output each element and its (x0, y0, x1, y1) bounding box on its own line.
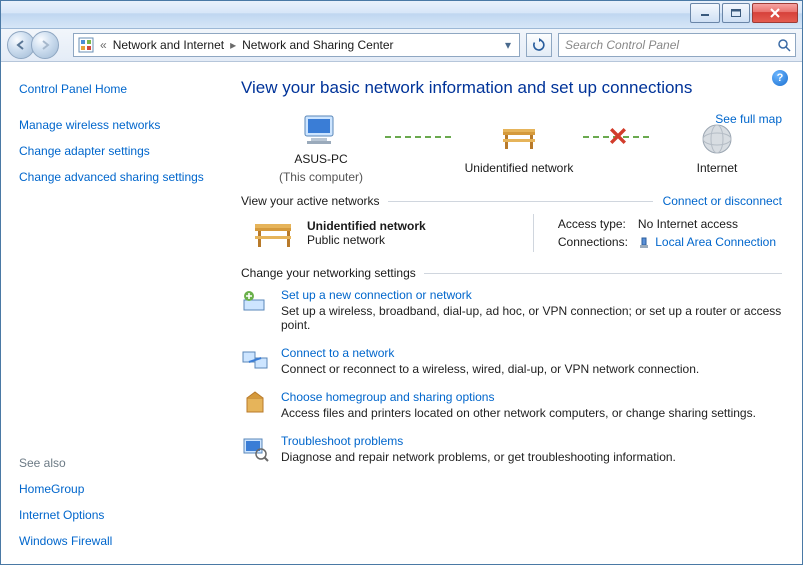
address-dropdown-icon[interactable]: ▾ (501, 38, 515, 52)
see-also-heading: See also (19, 456, 205, 470)
refresh-button[interactable] (526, 33, 552, 57)
network-map: See full map ASUS-PC (This computer) Uni… (241, 112, 782, 184)
page-title: View your basic network information and … (241, 78, 782, 98)
bench-icon (251, 217, 293, 249)
title-bar (1, 1, 802, 29)
active-networks-header: View your active networks Connect or dis… (241, 194, 782, 208)
active-network-name: Unidentified network (307, 219, 426, 233)
sidebar: Control Panel Home Manage wireless netwo… (1, 62, 213, 564)
node-label: Unidentified network (465, 161, 574, 175)
settings-item-title[interactable]: Connect to a network (281, 346, 699, 360)
nic-icon (638, 237, 650, 249)
maximize-button[interactable] (722, 3, 750, 23)
search-icon[interactable] (777, 38, 791, 52)
address-box[interactable]: « Network and Internet ▸ Network and Sha… (73, 33, 520, 57)
settings-item-title[interactable]: Choose homegroup and sharing options (281, 390, 756, 404)
connect-disconnect-link[interactable]: Connect or disconnect (663, 194, 782, 208)
node-sublabel: (This computer) (279, 170, 363, 184)
troubleshoot-icon (241, 434, 269, 462)
settings-item-desc: Diagnose and repair network problems, or… (281, 450, 676, 464)
see-also-link[interactable]: Windows Firewall (19, 533, 205, 549)
sidebar-link[interactable]: Manage wireless networks (19, 117, 205, 133)
connect-network-icon (241, 346, 269, 374)
access-type-value: No Internet access (634, 216, 780, 232)
help-icon[interactable]: ? (772, 70, 788, 86)
nav-buttons (7, 31, 67, 59)
computer-icon (299, 112, 343, 148)
settings-item: Connect to a network Connect or reconnec… (241, 346, 782, 376)
section-label: Change your networking settings (241, 266, 416, 280)
bench-icon (497, 121, 541, 157)
active-network-details: Access type: No Internet access Connecti… (552, 214, 782, 252)
breadcrumb-part[interactable]: Network and Sharing Center (242, 38, 393, 52)
settings-item: Troubleshoot problems Diagnose and repai… (241, 434, 782, 464)
node-label: Internet (697, 161, 738, 175)
breadcrumb-part[interactable]: Network and Internet (113, 38, 224, 52)
homegroup-icon (241, 390, 269, 418)
breadcrumb-back-chevron: « (100, 38, 107, 52)
globe-icon (695, 121, 739, 157)
close-button[interactable] (752, 3, 798, 23)
setup-connection-icon (241, 288, 269, 316)
settings-item-title[interactable]: Troubleshoot problems (281, 434, 676, 448)
control-panel-home-link[interactable]: Control Panel Home (19, 81, 205, 97)
node-label: ASUS-PC (294, 152, 347, 166)
search-box[interactable] (558, 33, 796, 57)
minimize-button[interactable] (690, 3, 720, 23)
connections-label: Connections: (554, 234, 632, 250)
forward-button[interactable] (31, 31, 59, 59)
search-input[interactable] (563, 37, 777, 53)
content: ? View your basic network information an… (213, 62, 802, 564)
settings-header: Change your networking settings (241, 266, 782, 280)
settings-item-title[interactable]: Set up a new connection or network (281, 288, 782, 302)
map-link-ok-icon (385, 136, 455, 138)
connection-link[interactable]: Local Area Connection (655, 235, 776, 249)
settings-item-desc: Access files and printers located on oth… (281, 406, 756, 420)
access-type-label: Access type: (554, 216, 632, 232)
sidebar-link[interactable]: Change advanced sharing settings (19, 169, 205, 185)
sidebar-link[interactable]: Change adapter settings (19, 143, 205, 159)
settings-item: Set up a new connection or network Set u… (241, 288, 782, 332)
node-this-pc[interactable]: ASUS-PC (This computer) (261, 112, 381, 184)
see-also-link[interactable]: Internet Options (19, 507, 205, 523)
body: Control Panel Home Manage wireless netwo… (1, 62, 802, 564)
see-full-map-link[interactable]: See full map (715, 112, 782, 126)
settings-list: Set up a new connection or network Set u… (241, 288, 782, 464)
control-panel-icon (78, 37, 94, 53)
active-network-type: Public network (307, 233, 426, 247)
active-network-block: Unidentified network Public network Acce… (251, 214, 782, 252)
settings-item: Choose homegroup and sharing options Acc… (241, 390, 782, 420)
node-unidentified[interactable]: Unidentified network (459, 121, 579, 175)
section-label: View your active networks (241, 194, 380, 208)
settings-item-desc: Set up a wireless, broadband, dial-up, a… (281, 304, 782, 332)
map-link-bad-icon (583, 136, 653, 138)
map-nodes: ASUS-PC (This computer) Unidentified net… (261, 112, 777, 184)
breadcrumb-sep-icon: ▸ (230, 38, 236, 52)
settings-item-desc: Connect or reconnect to a wireless, wire… (281, 362, 699, 376)
see-also-link[interactable]: HomeGroup (19, 481, 205, 497)
window: « Network and Internet ▸ Network and Sha… (0, 0, 803, 565)
node-internet[interactable]: Internet (657, 121, 777, 175)
address-bar: « Network and Internet ▸ Network and Sha… (1, 29, 802, 62)
